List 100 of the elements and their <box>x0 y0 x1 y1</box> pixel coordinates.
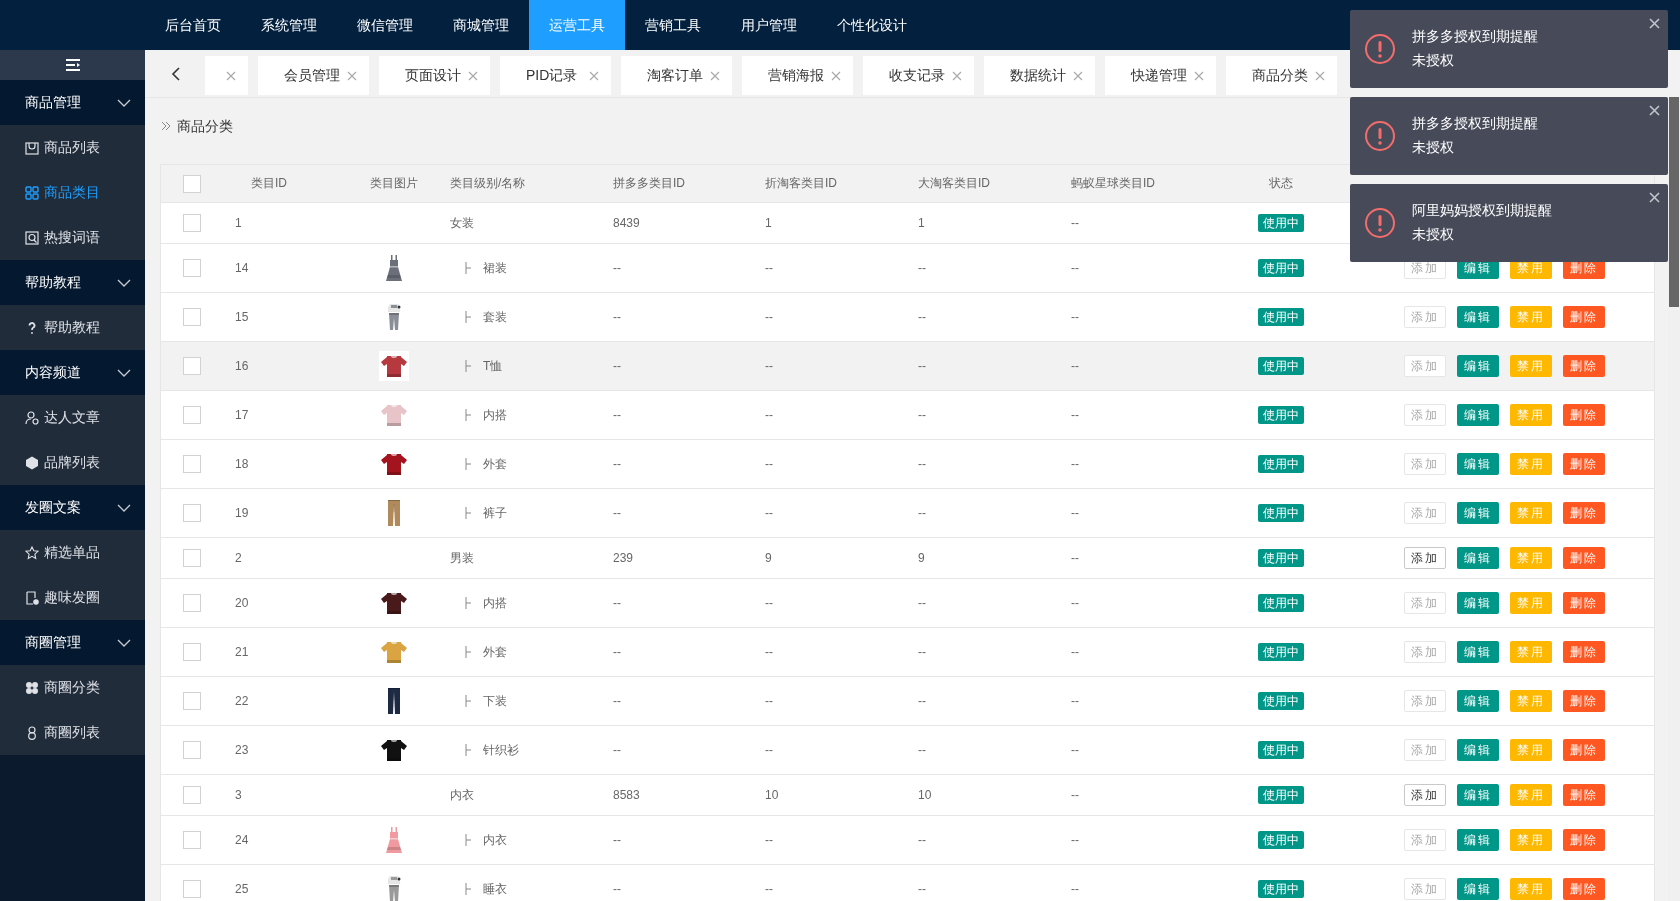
checkbox[interactable] <box>183 214 201 232</box>
tab[interactable]: 快递管理 <box>1105 56 1216 95</box>
sidebar-item[interactable]: 商品类目 <box>0 170 145 215</box>
nav-item[interactable]: 商城管理 <box>433 0 529 50</box>
edit-button[interactable]: 编辑 <box>1457 547 1499 569</box>
nav-item[interactable]: 后台首页 <box>145 0 241 50</box>
sidebar-toggle[interactable] <box>0 50 145 80</box>
tab[interactable]: 营销海报 <box>742 56 853 95</box>
delete-button[interactable]: 删除 <box>1563 739 1605 761</box>
edit-button[interactable]: 编辑 <box>1457 453 1499 475</box>
sidebar-item[interactable]: 趣味发圈 <box>0 575 145 620</box>
close-icon[interactable] <box>468 70 478 81</box>
delete-button[interactable]: 删除 <box>1563 306 1605 328</box>
delete-button[interactable]: 删除 <box>1563 355 1605 377</box>
bag-icon <box>25 140 39 155</box>
tab[interactable]: 淘客订单 <box>621 56 732 95</box>
close-icon[interactable] <box>1315 70 1325 81</box>
table-cell: 23 <box>235 743 249 757</box>
close-icon[interactable] <box>710 70 720 81</box>
sidebar-item[interactable]: 商品列表 <box>0 125 145 170</box>
nav-item[interactable]: 运营工具 <box>529 0 625 50</box>
checkbox[interactable] <box>183 308 201 326</box>
close-icon[interactable] <box>589 70 599 81</box>
close-icon[interactable] <box>226 70 236 81</box>
delete-button[interactable]: 删除 <box>1563 592 1605 614</box>
edit-button[interactable]: 编辑 <box>1457 739 1499 761</box>
sidebar-item[interactable]: 商圈列表 <box>0 710 145 755</box>
table-cell: -- <box>613 408 621 422</box>
close-icon[interactable] <box>1194 70 1204 81</box>
checkbox[interactable] <box>183 741 201 759</box>
nav-item[interactable]: 个性化设计 <box>817 0 927 50</box>
close-icon[interactable] <box>347 70 357 81</box>
tab[interactable]: 会员管理 <box>258 56 369 95</box>
tab[interactable]: 页面设计 <box>379 56 490 95</box>
tab[interactable]: 商品分类 <box>1226 56 1337 95</box>
close-icon[interactable] <box>952 70 962 81</box>
delete-button[interactable]: 删除 <box>1563 453 1605 475</box>
breadcrumb[interactable]: 商品分类 <box>177 118 233 136</box>
checkbox[interactable] <box>183 406 201 424</box>
close-icon[interactable] <box>1649 105 1660 116</box>
checkbox[interactable] <box>183 692 201 710</box>
sidebar-item[interactable]: 商圈分类 <box>0 665 145 710</box>
sidebar-group[interactable]: 商圈管理 <box>0 620 145 665</box>
checkbox[interactable] <box>183 357 201 375</box>
edit-button[interactable]: 编辑 <box>1457 690 1499 712</box>
edit-button[interactable]: 编辑 <box>1457 641 1499 663</box>
sidebar-group[interactable]: 商品管理 <box>0 80 145 125</box>
delete-button[interactable]: 删除 <box>1563 829 1605 851</box>
delete-button[interactable]: 删除 <box>1563 502 1605 524</box>
checkbox[interactable] <box>183 504 201 522</box>
edit-button[interactable]: 编辑 <box>1457 829 1499 851</box>
edit-button[interactable]: 编辑 <box>1457 592 1499 614</box>
edit-button[interactable]: 编辑 <box>1457 878 1499 900</box>
tab[interactable]: 数据统计 <box>984 56 1095 95</box>
tab-label: 页面设计 <box>405 66 461 85</box>
sidebar-group[interactable]: 内容频道 <box>0 350 145 395</box>
nav-item[interactable]: 系统管理 <box>241 0 337 50</box>
status-badge: 使用中 <box>1258 594 1304 612</box>
checkbox[interactable] <box>183 549 201 567</box>
checkbox[interactable] <box>183 643 201 661</box>
sidebar-item[interactable]: 品牌列表 <box>0 440 145 485</box>
close-icon[interactable] <box>1649 192 1660 203</box>
nav-item[interactable]: 微信管理 <box>337 0 433 50</box>
delete-button[interactable]: 删除 <box>1563 641 1605 663</box>
checkbox[interactable] <box>183 880 201 898</box>
checkbox[interactable] <box>183 831 201 849</box>
close-icon[interactable] <box>831 70 841 81</box>
sidebar-group[interactable]: 帮助教程 <box>0 260 145 305</box>
sidebar-item[interactable]: 帮助教程 <box>0 305 145 350</box>
edit-button[interactable]: 编辑 <box>1457 784 1499 806</box>
close-icon[interactable] <box>1073 70 1083 81</box>
delete-button[interactable]: 删除 <box>1563 878 1605 900</box>
nav-item[interactable]: 营销工具 <box>625 0 721 50</box>
checkbox[interactable] <box>183 786 201 804</box>
sidebar-group[interactable]: 发圈文案 <box>0 485 145 530</box>
nav-item[interactable]: 用户管理 <box>721 0 817 50</box>
tab[interactable]: 收支记录 <box>863 56 974 95</box>
edit-button[interactable]: 编辑 <box>1457 502 1499 524</box>
sidebar-item[interactable]: 精选单品 <box>0 530 145 575</box>
tab[interactable] <box>205 56 248 95</box>
add-button[interactable]: 添加 <box>1404 547 1446 569</box>
edit-button[interactable]: 编辑 <box>1457 355 1499 377</box>
edit-button[interactable]: 编辑 <box>1457 306 1499 328</box>
checkbox[interactable] <box>183 455 201 473</box>
checkbox[interactable] <box>183 174 201 193</box>
status-badge: 使用中 <box>1258 455 1304 473</box>
sidebar-item[interactable]: 达人文章 <box>0 395 145 440</box>
edit-button[interactable]: 编辑 <box>1457 404 1499 426</box>
checkbox[interactable] <box>183 259 201 277</box>
scrollbar-thumb[interactable] <box>1669 97 1679 307</box>
delete-button[interactable]: 删除 <box>1563 690 1605 712</box>
sidebar-item[interactable]: 热搜词语 <box>0 215 145 260</box>
delete-button[interactable]: 删除 <box>1563 784 1605 806</box>
add-button[interactable]: 添加 <box>1404 784 1446 806</box>
close-icon[interactable] <box>1649 18 1660 29</box>
tab[interactable]: PID记录 <box>500 56 611 95</box>
delete-button[interactable]: 删除 <box>1563 404 1605 426</box>
column-header: 折淘客类目ID <box>765 175 837 192</box>
delete-button[interactable]: 删除 <box>1563 547 1605 569</box>
checkbox[interactable] <box>183 594 201 612</box>
